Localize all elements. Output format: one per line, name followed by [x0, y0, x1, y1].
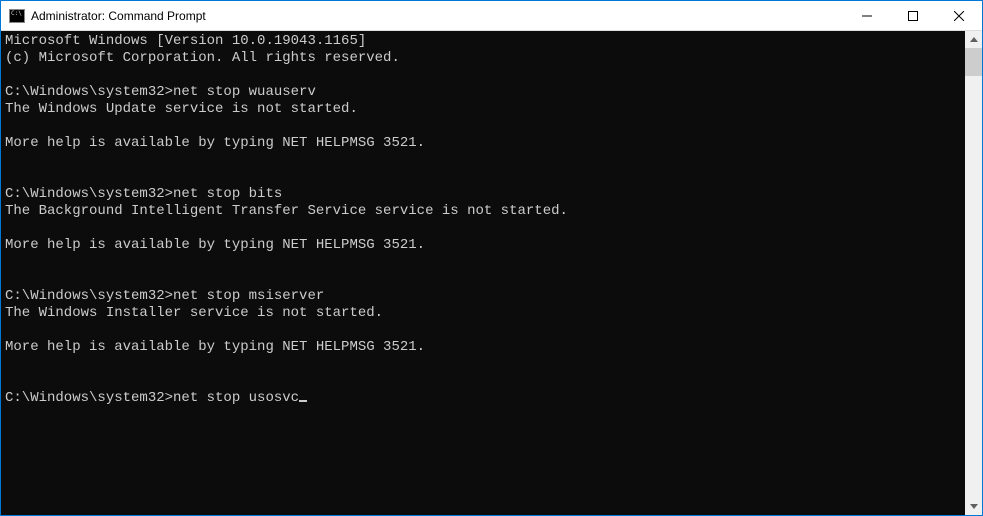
console-line: The Windows Update service is not starte…	[5, 101, 358, 117]
scrollbar-thumb[interactable]	[965, 48, 982, 76]
console-line: The Windows Installer service is not sta…	[5, 305, 383, 321]
console-output[interactable]: Microsoft Windows [Version 10.0.19043.11…	[1, 31, 965, 515]
console-line: C:\Windows\system32>net stop usosvc	[5, 390, 299, 406]
console-line: Microsoft Windows [Version 10.0.19043.11…	[5, 33, 366, 49]
console-line: More help is available by typing NET HEL…	[5, 339, 425, 355]
titlebar[interactable]: Administrator: Command Prompt	[1, 1, 982, 31]
close-icon	[954, 11, 964, 21]
console-line: C:\Windows\system32>net stop bits	[5, 186, 282, 202]
console-line: More help is available by typing NET HEL…	[5, 237, 425, 253]
console-line: (c) Microsoft Corporation. All rights re…	[5, 50, 400, 66]
command-prompt-icon	[9, 8, 25, 24]
maximize-icon	[908, 11, 918, 21]
console-line: C:\Windows\system32>net stop msiserver	[5, 288, 324, 304]
scrollbar-up-arrow[interactable]	[965, 31, 982, 48]
command-prompt-window: Administrator: Command Prompt Microsoft …	[0, 0, 983, 516]
chevron-down-icon	[970, 504, 978, 509]
close-button[interactable]	[936, 1, 982, 30]
window-title: Administrator: Command Prompt	[31, 9, 844, 23]
console-line: C:\Windows\system32>net stop wuauserv	[5, 84, 316, 100]
console-line: The Background Intelligent Transfer Serv…	[5, 203, 568, 219]
chevron-up-icon	[970, 37, 978, 42]
window-controls	[844, 1, 982, 30]
console-line: More help is available by typing NET HEL…	[5, 135, 425, 151]
maximize-button[interactable]	[890, 1, 936, 30]
scrollbar-down-arrow[interactable]	[965, 498, 982, 515]
minimize-icon	[862, 11, 872, 21]
text-cursor	[299, 400, 307, 402]
vertical-scrollbar[interactable]	[965, 31, 982, 515]
console-wrapper: Microsoft Windows [Version 10.0.19043.11…	[1, 31, 982, 515]
minimize-button[interactable]	[844, 1, 890, 30]
